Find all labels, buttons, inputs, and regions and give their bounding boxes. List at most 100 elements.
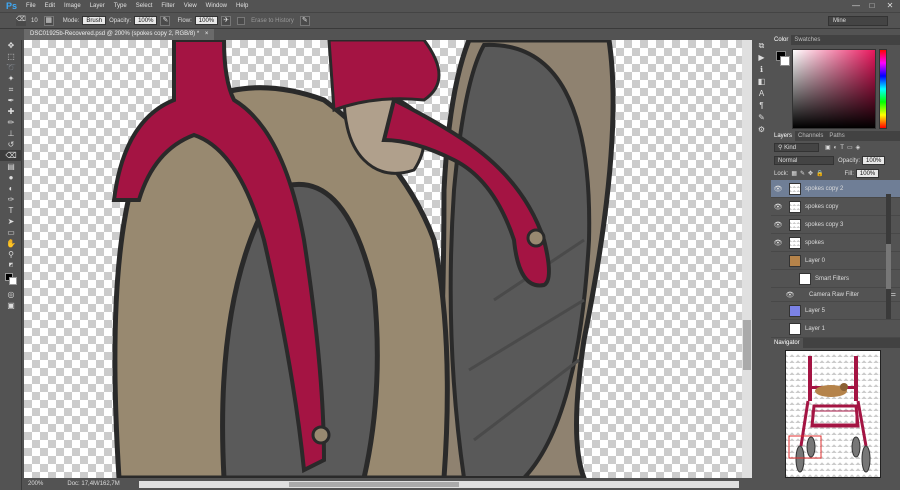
horizontal-scroll-thumb[interactable] bbox=[289, 482, 459, 487]
menu-window[interactable]: Window bbox=[206, 3, 227, 9]
layer-row[interactable]: 👁 spokes copy 3 bbox=[771, 216, 900, 234]
restore-button[interactable]: □ bbox=[864, 0, 880, 12]
brush-preset-icon[interactable]: ✎ bbox=[753, 112, 770, 124]
brush-panel-icon[interactable]: ▦ bbox=[43, 15, 54, 26]
panel-background-swatch[interactable] bbox=[780, 56, 790, 66]
eye-icon[interactable]: 👁 bbox=[771, 291, 809, 299]
fill-field[interactable]: 100% bbox=[855, 169, 880, 178]
tab-layers[interactable]: Layers bbox=[771, 131, 796, 141]
color-swatches[interactable] bbox=[0, 271, 21, 289]
opacity-field[interactable]: 100% bbox=[134, 16, 158, 25]
lasso-tool-icon[interactable]: ➰ bbox=[0, 62, 22, 73]
layer-opacity-field[interactable]: 100% bbox=[862, 156, 886, 165]
layer-thumbnail bbox=[789, 200, 801, 213]
pressure-size-icon[interactable]: ✎ bbox=[299, 15, 310, 26]
vertical-scroll-thumb[interactable] bbox=[743, 320, 751, 370]
airbrush-icon[interactable]: ✈ bbox=[221, 15, 232, 26]
layer-row[interactable]: Layer 5 bbox=[771, 302, 900, 320]
eraser-tool-icon[interactable]: ⌫ bbox=[0, 150, 22, 161]
eye-icon[interactable]: 👁 bbox=[771, 221, 785, 229]
menu-view[interactable]: View bbox=[184, 3, 197, 9]
layer-row[interactable]: Layer 1 bbox=[771, 320, 900, 338]
dodge-tool-icon[interactable]: ◐ bbox=[0, 183, 22, 194]
tab-swatches[interactable]: Swatches bbox=[791, 35, 823, 45]
layer-row[interactable]: 👁 Camera Raw Filter ⚌ bbox=[771, 288, 900, 302]
lock-icons[interactable]: ▦✎✥🔒 bbox=[791, 170, 826, 177]
menu-type[interactable]: Type bbox=[114, 3, 127, 9]
layer-filter-kind[interactable]: ⚲ Kind bbox=[774, 143, 819, 152]
color-spectrum[interactable] bbox=[792, 49, 876, 129]
quick-mask-icon[interactable]: ◎ bbox=[0, 289, 22, 300]
flow-field[interactable]: 100% bbox=[194, 16, 219, 25]
eye-icon[interactable]: 👁 bbox=[771, 203, 785, 211]
close-doc-icon[interactable]: × bbox=[205, 31, 209, 37]
layers-scroll-thumb[interactable] bbox=[886, 244, 891, 289]
tab-channels[interactable]: Channels bbox=[795, 131, 826, 141]
menu-filter[interactable]: Filter bbox=[161, 3, 174, 9]
canvas-horizontal-scrollbar[interactable] bbox=[139, 481, 739, 488]
move-tool-icon[interactable]: ✥ bbox=[0, 40, 22, 51]
eraser-tool-icon[interactable]: ⌫ bbox=[16, 15, 26, 26]
layer-row[interactable]: 👁 spokes copy 2 bbox=[771, 180, 900, 198]
mode-select[interactable]: Brush bbox=[82, 16, 107, 25]
zoom-level[interactable]: 200% bbox=[28, 481, 43, 487]
menu-file[interactable]: File bbox=[26, 3, 36, 9]
menu-image[interactable]: Image bbox=[64, 3, 81, 9]
background-color[interactable] bbox=[9, 277, 17, 285]
menu-select[interactable]: Select bbox=[136, 3, 153, 9]
type-tool-icon[interactable]: T bbox=[0, 205, 22, 216]
tab-color[interactable]: Color bbox=[771, 35, 792, 45]
hue-slider[interactable] bbox=[879, 49, 887, 129]
blend-mode-select[interactable]: Normal bbox=[774, 156, 834, 165]
menu-help[interactable]: Help bbox=[236, 3, 248, 9]
healing-tool-icon[interactable]: ✚ bbox=[0, 106, 22, 117]
blur-tool-icon[interactable]: ● bbox=[0, 172, 22, 183]
eye-icon[interactable]: 👁 bbox=[771, 185, 785, 193]
pressure-opacity-icon[interactable]: ✎ bbox=[160, 15, 171, 26]
layer-row[interactable]: 👁 spokes bbox=[771, 234, 900, 252]
brush-tool-icon[interactable]: ✏ bbox=[0, 117, 22, 128]
tab-paths[interactable]: Paths bbox=[826, 131, 847, 141]
screen-mode-icon[interactable]: ▣ bbox=[0, 300, 22, 311]
eye-icon[interactable]: 👁 bbox=[771, 239, 785, 247]
navigator-preview[interactable] bbox=[785, 350, 881, 478]
path-select-tool-icon[interactable]: ➤ bbox=[0, 216, 22, 227]
menu-edit[interactable]: Edit bbox=[45, 3, 55, 9]
pen-tool-icon[interactable]: ✑ bbox=[0, 194, 22, 205]
layer-row[interactable]: Smart Filters bbox=[771, 270, 900, 288]
close-window-button[interactable]: ✕ bbox=[882, 0, 898, 12]
quick-select-tool-icon[interactable]: ✦ bbox=[0, 73, 22, 84]
history-panel-icon[interactable]: ⧉ bbox=[753, 40, 770, 52]
eyedropper-tool-icon[interactable]: ✒ bbox=[0, 95, 22, 106]
gradient-tool-icon[interactable]: ▤ bbox=[0, 161, 22, 172]
info-panel-icon[interactable]: ℹ bbox=[753, 64, 770, 76]
layers-scrollbar[interactable] bbox=[886, 194, 891, 319]
menu-layer[interactable]: Layer bbox=[90, 3, 105, 9]
crop-tool-icon[interactable]: ⌗ bbox=[0, 84, 22, 95]
actions-panel-icon[interactable]: ▶ bbox=[753, 52, 770, 64]
shape-tool-icon[interactable]: ▭ bbox=[0, 227, 22, 238]
layer-row[interactable]: Layer 0 ⧉ bbox=[771, 252, 900, 270]
hand-tool-icon[interactable]: ✋ bbox=[0, 238, 22, 249]
stamp-tool-icon[interactable]: ⊥ bbox=[0, 128, 22, 139]
minimize-button[interactable]: — bbox=[848, 0, 864, 12]
filter-icons[interactable]: ▣◐T▭◈ bbox=[825, 144, 863, 151]
marquee-tool-icon[interactable]: ⬚ bbox=[0, 51, 22, 62]
character-panel-icon[interactable]: A bbox=[753, 88, 770, 100]
default-colors-icon[interactable]: ◩ bbox=[0, 260, 22, 271]
document-tab[interactable]: DSC01925b-Recovered.psd @ 200% (spokes c… bbox=[24, 29, 214, 40]
workspace-select[interactable]: Mine bbox=[828, 16, 888, 26]
view-box[interactable] bbox=[788, 435, 822, 459]
layer-row[interactable]: 👁 spokes copy bbox=[771, 198, 900, 216]
tool-preset-icon[interactable]: ⚙ bbox=[753, 124, 770, 136]
zoom-tool-icon[interactable]: ⚲ bbox=[0, 249, 22, 260]
filter-options-icon[interactable]: ⚌ bbox=[891, 291, 896, 298]
brush-size[interactable]: 10 bbox=[31, 18, 38, 24]
adjustments-icon[interactable]: ◧ bbox=[753, 76, 770, 88]
erase-history-checkbox[interactable] bbox=[237, 16, 246, 25]
tab-navigator[interactable]: Navigator bbox=[771, 338, 803, 348]
document-canvas[interactable] bbox=[24, 40, 742, 478]
history-brush-icon[interactable]: ↺ bbox=[0, 139, 22, 150]
paragraph-panel-icon[interactable]: ¶ bbox=[753, 100, 770, 112]
canvas-vertical-scrollbar[interactable] bbox=[742, 40, 752, 478]
